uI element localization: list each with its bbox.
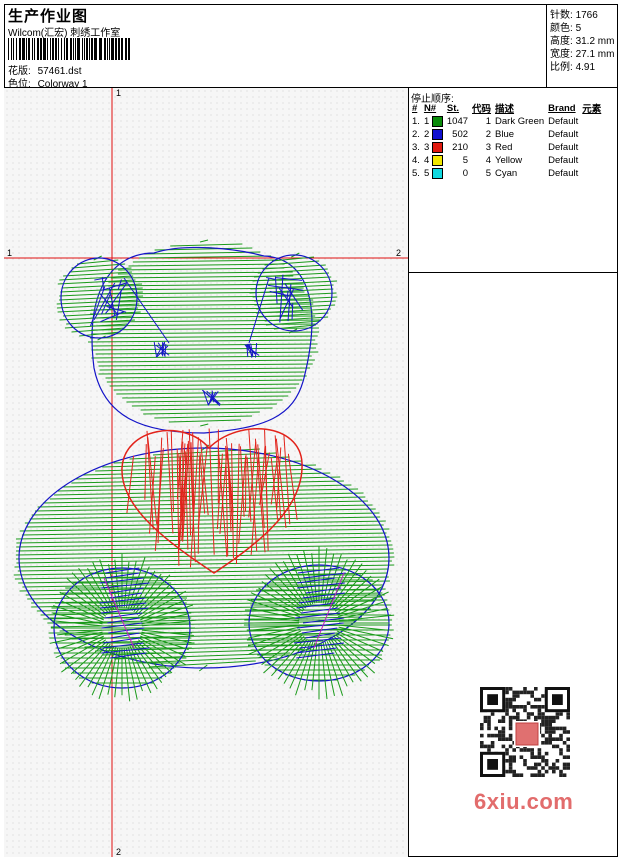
row-index: 2. [412,129,420,140]
row-needle: 1 [422,115,445,128]
row-code: 2 [485,129,492,140]
row-brand: Default [548,168,579,179]
panel-divider [409,272,618,273]
row-index: 5. [412,168,420,179]
table-row[interactable]: 3. 3 210 3 Red Default [410,141,603,154]
qr-code-image [470,681,582,789]
crosshair-label-top: 1 [116,88,122,98]
table-row[interactable]: 4. 4 5 4 Yellow Default [410,154,603,167]
color-swatch [431,167,443,179]
color-swatch [431,115,443,127]
stat-scale: 比例: 4.91 [550,62,596,73]
row-stitches: 5 [462,155,469,166]
row-stitches: 502 [452,129,469,140]
row-code: 3 [485,142,492,153]
row-code: 5 [485,168,492,179]
needle-number: 3 [423,142,430,153]
color-swatch [431,141,443,153]
row-element [580,115,603,128]
stop-sequence-table: # N# St. 代码 描述 Brand 元素 1. 1 1047 1 Dark Gr… [410,101,603,180]
row-brand: Default [548,129,579,140]
table-row[interactable]: 2. 2 502 2 Blue Default [410,128,603,141]
row-index: 4. [412,155,420,166]
row-index: 3. [412,142,420,153]
watermark-site: 6xiu.com [474,789,574,814]
row-needle: 2 [422,128,445,141]
row-element [580,128,603,141]
row-stitches: 210 [452,142,469,153]
header-panel: 生产作业图 Wilcom(汇宏) 刺绣工作室 花版: 57461.dst 色位:… [4,4,547,90]
needle-number: 2 [423,129,430,140]
row-description: Yellow [495,155,523,166]
row-element [580,167,603,180]
needle-number: 4 [423,155,430,166]
row-brand: Default [548,155,579,166]
stats-panel: 针数: 1766 颜色: 5 高度: 31.2 mm 宽度: 27.1 mm 比… [547,4,618,88]
row-stitches: 0 [462,168,469,179]
row-description: Blue [495,129,515,140]
table-header-row: # N# St. 代码 描述 Brand 元素 [410,101,603,116]
row-description: Cyan [495,168,518,179]
barcode-image [8,38,130,60]
table-row[interactable]: 5. 5 0 5 Cyan Default [410,167,603,180]
row-needle: 4 [422,154,445,167]
row-code: 1 [485,116,492,127]
col-stitches: St. [446,102,460,114]
row-needle: 3 [422,141,445,154]
col-brand: Brand [548,102,576,114]
company-name: Wilcom(汇宏) 刺绣工作室 [8,28,121,39]
row-needle: 5 [422,167,445,180]
col-code: 代码 [472,104,492,115]
row-index: 1. [412,116,420,127]
row-description: Dark Green [495,116,545,127]
teddy-bear-embroidery [4,88,408,857]
row-brand: Default [548,116,579,127]
embroidery-canvas[interactable]: 1 2 1 2 [4,88,409,857]
needle-number: 5 [423,168,430,179]
color-swatch [431,128,443,140]
row-stitches: 1047 [446,116,469,127]
row-element [580,141,603,154]
row-element [580,154,603,167]
col-description: 描述 [495,104,515,115]
col-element: 元素 [582,104,602,115]
crosshair-label-right: 2 [396,248,402,258]
col-index: # [412,102,418,114]
color-swatch [431,154,443,166]
crosshair-label-bottom: 2 [116,847,122,857]
col-needle: N# [423,102,437,114]
needle-number: 1 [423,116,430,127]
crosshair-label-left: 1 [7,248,13,258]
row-brand: Default [548,142,579,153]
row-description: Red [495,142,513,153]
page-title: 生产作业图 [8,8,89,25]
table-row[interactable]: 1. 1 1047 1 Dark Green Default [410,115,603,128]
row-code: 4 [485,155,492,166]
